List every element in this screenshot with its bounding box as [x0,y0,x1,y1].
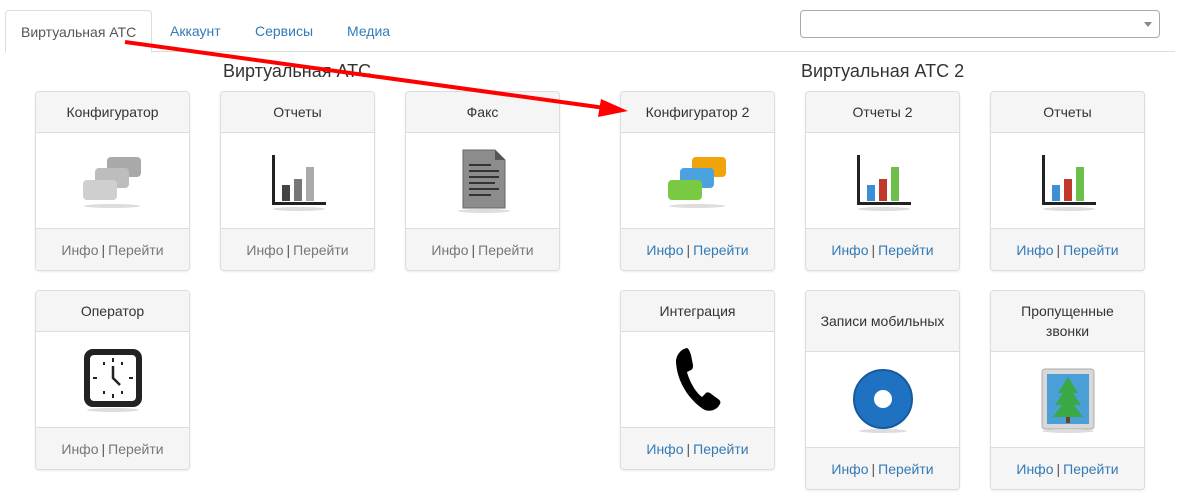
tab-account[interactable]: Аккаунт [155,10,236,52]
info-link[interactable]: Инфо [1016,461,1053,477]
card-title: Отчеты [221,92,374,133]
info-link[interactable]: Инфо [61,242,98,258]
fax-document-icon [457,149,510,213]
card-configurator: Конфигуратор Инфо | Перейти [35,91,190,271]
clock-icon [83,348,142,412]
phone-handset-icon [675,347,720,411]
card-mobile-records: Записи мобильных Инфо | Перейти [805,290,960,490]
color-bar-chart-icon [1041,154,1096,211]
gray-windows-icon [82,156,141,208]
card-reports-3: Отчеты Инфо | Перейти [990,91,1145,271]
info-link[interactable]: Инфо [831,242,868,258]
go-link[interactable]: Перейти [293,242,348,258]
go-link[interactable]: Перейти [1063,242,1118,258]
card-title: Записи мобильных [806,291,959,352]
go-link[interactable]: Перейти [108,441,163,457]
card-title: Отчеты [991,92,1144,133]
chevron-down-icon [1144,22,1152,27]
group-title-virtual-pbx: Виртуальная АТС [223,61,372,81]
color-bar-chart-icon [856,154,911,211]
card-missed-calls: Пропущенные звонки Инфо | Перейти [990,290,1145,490]
go-link[interactable]: Перейти [108,242,163,258]
info-link[interactable]: Инфо [61,441,98,457]
go-link[interactable]: Перейти [1063,461,1118,477]
group-title-virtual-pbx-2: Виртуальная АТС 2 [801,61,965,81]
card-integration: Интеграция Инфо | Перейти [620,290,775,470]
card-title: Интеграция [621,291,774,332]
info-link[interactable]: Инфо [431,242,468,258]
card-title: Конфигуратор [36,92,189,133]
color-windows-icon [667,156,726,208]
account-select[interactable] [800,10,1160,38]
gray-bar-chart-icon [271,154,326,211]
card-configurator-2: Конфигуратор 2 Инфо | Перейти [620,91,775,271]
blue-disc-icon [852,368,913,433]
card-reports: Отчеты Инфо | Перейти [220,91,375,271]
tree-picture-icon [1041,368,1094,433]
card-title: Отчеты 2 [806,92,959,133]
info-link[interactable]: Инфо [831,461,868,477]
card-title: Конфигуратор 2 [621,92,774,133]
go-link[interactable]: Перейти [478,242,533,258]
card-title: Факс [406,92,559,133]
card-reports-2: Отчеты 2 Инфо | Перейти [805,91,960,271]
card-title: Оператор [36,291,189,332]
card-operator: Оператор Инфо | Перейти [35,290,190,470]
card-fax: Факс Инфо | Перейти [405,91,560,271]
tab-services[interactable]: Сервисы [240,10,328,52]
info-link[interactable]: Инфо [246,242,283,258]
go-link[interactable]: Перейти [878,242,933,258]
info-link[interactable]: Инфо [646,242,683,258]
info-link[interactable]: Инфо [1016,242,1053,258]
card-title: Пропущенные звонки [991,291,1144,352]
info-link[interactable]: Инфо [646,441,683,457]
go-link[interactable]: Перейти [693,441,748,457]
go-link[interactable]: Перейти [693,242,748,258]
go-link[interactable]: Перейти [878,461,933,477]
tab-virtual-pbx[interactable]: Виртуальная АТС [5,10,153,53]
tab-media[interactable]: Медиа [332,10,405,52]
